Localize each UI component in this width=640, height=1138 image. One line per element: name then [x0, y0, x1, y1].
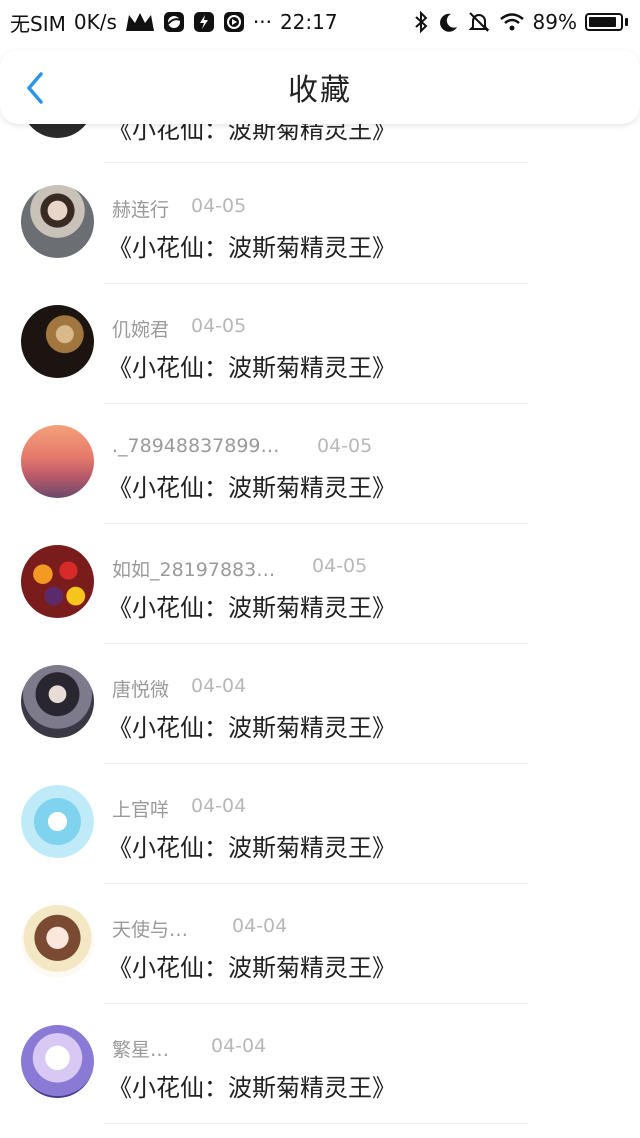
avatar — [21, 905, 94, 978]
user-name: ._78948837899… — [112, 435, 280, 457]
battery-body — [585, 13, 623, 31]
user-name: 如如_28197883… — [112, 559, 276, 581]
bluetooth-icon — [413, 10, 429, 34]
status-bar-right: 89% — [413, 10, 628, 34]
wifi-icon — [499, 12, 525, 32]
favorites-list: 《小花仙：波斯菊精灵王》 赫连行 04-05 《小花仙：波斯菊精灵王》 仉婉君 … — [0, 0, 640, 1138]
item-date: 04-05 — [191, 195, 247, 217]
crown-icon — [125, 11, 155, 33]
list-item[interactable]: 赫连行 04-05 《小花仙：波斯菊精灵王》 — [0, 164, 640, 284]
list-item[interactable]: 唐悦微 04-04 《小花仙：波斯菊精灵王》 — [0, 644, 640, 764]
item-title: 《小花仙：波斯菊精灵王》 — [108, 234, 396, 262]
globe-app-icon — [163, 11, 185, 33]
page-title: 收藏 — [288, 73, 352, 108]
battery-fill — [589, 17, 616, 27]
item-title: 《小花仙：波斯菊精灵王》 — [108, 834, 396, 862]
status-bar-left: 无SIM 0K/s ··· 22:17 — [10, 8, 338, 37]
user-name: 赫连行 — [112, 199, 170, 221]
network-speed-text: 0K/s — [73, 10, 117, 34]
item-title: 《小花仙：波斯菊精灵王》 — [108, 954, 396, 982]
user-name: 上官咩 — [112, 799, 170, 821]
chevron-left-icon — [27, 72, 43, 104]
mute-bell-icon — [467, 10, 491, 34]
item-date: 04-04 — [211, 1035, 267, 1057]
item-title: 《小花仙：波斯菊精灵王》 — [108, 474, 396, 502]
moon-icon — [437, 11, 459, 33]
list-item[interactable]: 繁星… 04-04 《小花仙：波斯菊精灵王》 — [0, 1004, 640, 1124]
divider — [104, 1123, 528, 1124]
avatar — [21, 545, 94, 618]
nav-bar: 收藏 — [0, 50, 640, 124]
item-date: 04-05 — [191, 315, 247, 337]
item-title: 《小花仙：波斯菊精灵王》 — [108, 594, 396, 622]
user-name: 仉婉君 — [112, 319, 170, 341]
avatar — [21, 305, 94, 378]
list-item[interactable]: 天使与… 04-04 《小花仙：波斯菊精灵王》 — [0, 884, 640, 1004]
battery-icon — [585, 13, 628, 31]
status-bar: 无SIM 0K/s ··· 22:17 89% — [0, 0, 640, 44]
back-button[interactable] — [20, 68, 50, 108]
battery-tip — [625, 18, 628, 26]
list-item[interactable]: ._78948837899… 04-05 《小花仙：波斯菊精灵王》 — [0, 404, 640, 524]
carrier-text: 无SIM — [10, 11, 66, 36]
avatar — [21, 185, 94, 258]
item-title: 《小花仙：波斯菊精灵王》 — [108, 1074, 396, 1102]
list-item[interactable]: 仉婉君 04-05 《小花仙：波斯菊精灵王》 — [0, 284, 640, 404]
bolt-app-icon — [193, 11, 215, 33]
avatar — [21, 1025, 94, 1098]
user-name: 繁星… — [112, 1039, 170, 1061]
divider — [104, 162, 528, 163]
item-date: 04-05 — [312, 555, 368, 577]
more-dots-text: ··· — [252, 10, 272, 34]
item-date: 04-04 — [191, 675, 247, 697]
user-name: 天使与… — [112, 919, 189, 941]
item-date: 04-04 — [191, 795, 247, 817]
item-date: 04-04 — [232, 915, 288, 937]
list-item[interactable]: 上官咩 04-04 《小花仙：波斯菊精灵王》 — [0, 764, 640, 884]
play-app-icon — [223, 11, 245, 33]
list-item[interactable]: 如如_28197883… 04-05 《小花仙：波斯菊精灵王》 — [0, 524, 640, 644]
avatar — [21, 665, 94, 738]
battery-percent-text: 89% — [532, 10, 577, 34]
item-date: 04-05 — [317, 435, 373, 457]
item-title: 《小花仙：波斯菊精灵王》 — [108, 714, 396, 742]
user-name: 唐悦微 — [112, 679, 170, 701]
clock-text: 22:17 — [279, 10, 338, 34]
avatar — [21, 785, 94, 858]
avatar — [21, 425, 94, 498]
item-title: 《小花仙：波斯菊精灵王》 — [108, 354, 396, 382]
